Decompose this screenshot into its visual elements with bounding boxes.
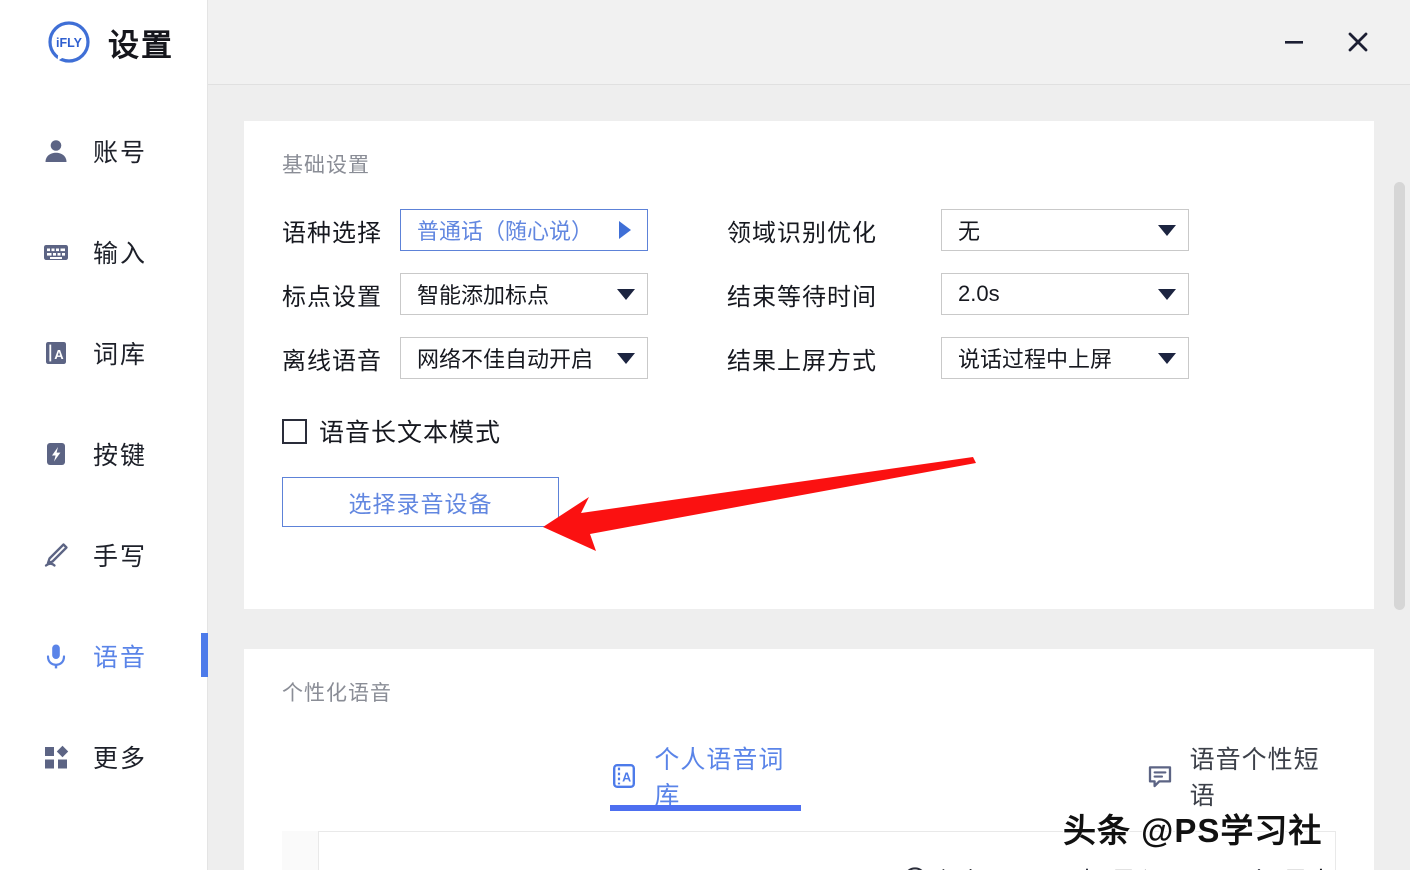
svg-text:iFLY: iFLY bbox=[56, 36, 83, 50]
field-end-wait-time: 结束等待时间 2.0s bbox=[727, 273, 1336, 315]
sidebar-item-label: 更多 bbox=[93, 739, 147, 775]
long-text-mode-checkbox-row[interactable]: 语音长文本模式 bbox=[282, 413, 1336, 449]
field-language: 语种选择 普通话（随心说） bbox=[282, 209, 727, 251]
select-recording-device-label: 选择录音设备 bbox=[349, 485, 493, 519]
offline-voice-select[interactable]: 网络不佳自动开启 bbox=[400, 337, 648, 379]
export-up-icon bbox=[1246, 866, 1272, 870]
settings-window: iFLY 设置 账号 bbox=[0, 0, 1410, 870]
language-select[interactable]: 普通话（随心说） bbox=[400, 209, 648, 251]
tab-voice-phrases[interactable]: 语音个性短语 bbox=[1146, 745, 1336, 807]
grid-more-icon bbox=[41, 742, 71, 772]
tab-active-underline bbox=[610, 805, 800, 811]
keyboard-icon bbox=[41, 237, 71, 267]
basic-settings-title: 基础设置 bbox=[282, 149, 1336, 179]
dictionary-icon: A bbox=[41, 338, 71, 368]
sidebar-item-input[interactable]: 输入 bbox=[0, 201, 207, 302]
personal-voice-panel: 个性化语音 A 个人语音词库 bbox=[244, 649, 1374, 870]
chevron-down-icon bbox=[617, 289, 635, 300]
svg-text:A: A bbox=[622, 770, 631, 784]
sidebar-item-label: 按键 bbox=[93, 436, 147, 472]
import-down-icon bbox=[1074, 866, 1100, 870]
field-label: 离线语音 bbox=[282, 341, 382, 376]
export-button[interactable]: 导出 bbox=[1246, 861, 1334, 870]
long-text-mode-label: 语音长文本模式 bbox=[319, 413, 501, 449]
page-title: 设置 bbox=[108, 20, 174, 65]
field-label: 标点设置 bbox=[282, 277, 382, 312]
add-label: 添加 bbox=[940, 861, 990, 870]
sidebar-item-account[interactable]: 账号 bbox=[0, 100, 207, 201]
select-value: 普通话（随心说） bbox=[417, 214, 593, 246]
sidebar-item-lexicon[interactable]: A 词库 bbox=[0, 302, 207, 403]
tab-label: 个人语音词库 bbox=[654, 740, 800, 812]
domain-optimization-select[interactable]: 无 bbox=[941, 209, 1189, 251]
chevron-down-icon bbox=[1158, 225, 1176, 236]
tab-personal-lexicon[interactable]: A 个人语音词库 bbox=[610, 745, 800, 807]
result-commit-mode-select[interactable]: 说话过程中上屏 bbox=[941, 337, 1189, 379]
export-label: 导出 bbox=[1284, 861, 1334, 870]
field-result-commit-mode: 结果上屏方式 说话过程中上屏 bbox=[727, 337, 1336, 379]
personal-voice-tabs: A 个人语音词库 语音个性短语 bbox=[282, 735, 1336, 807]
microphone-icon bbox=[41, 641, 71, 671]
user-icon bbox=[41, 136, 71, 166]
select-value: 网络不佳自动开启 bbox=[417, 342, 593, 374]
select-value: 2.0s bbox=[958, 281, 1000, 307]
scrollbar-thumb[interactable] bbox=[1394, 182, 1405, 610]
sidebar-item-label: 语音 bbox=[93, 638, 147, 674]
sidebar-item-voice[interactable]: 语音 bbox=[0, 605, 207, 706]
sidebar-item-keys[interactable]: 按键 bbox=[0, 403, 207, 504]
add-button[interactable]: 添加 bbox=[902, 861, 990, 870]
lexicon-toolbar: 添加 导入 bbox=[318, 861, 1336, 870]
brand: iFLY 设置 bbox=[0, 0, 207, 84]
titlebar bbox=[208, 0, 1410, 85]
import-button[interactable]: 导入 bbox=[1074, 861, 1162, 870]
main-region: 基础设置 语种选择 普通话（随心说） 领域识别优化 无 bbox=[208, 0, 1410, 870]
chevron-down-icon bbox=[1158, 289, 1176, 300]
select-value: 说话过程中上屏 bbox=[958, 342, 1112, 374]
long-text-mode-checkbox[interactable] bbox=[282, 419, 307, 444]
lexicon-panel-body: 添加 导入 bbox=[282, 831, 1336, 870]
chevron-down-icon bbox=[1158, 353, 1176, 364]
ifly-logo-icon: iFLY bbox=[46, 19, 92, 65]
field-label: 结束等待时间 bbox=[727, 277, 923, 312]
select-recording-device-button[interactable]: 选择录音设备 bbox=[282, 477, 559, 527]
end-wait-time-select[interactable]: 2.0s bbox=[941, 273, 1189, 315]
field-domain-optimization: 领域识别优化 无 bbox=[727, 209, 1336, 251]
import-label: 导入 bbox=[1112, 861, 1162, 870]
lightning-key-icon bbox=[41, 439, 71, 469]
sidebar-item-handwriting[interactable]: 手写 bbox=[0, 504, 207, 605]
vertical-scrollbar[interactable] bbox=[1394, 182, 1405, 870]
select-value: 智能添加标点 bbox=[417, 278, 549, 310]
basic-settings-panel: 基础设置 语种选择 普通话（随心说） 领域识别优化 无 bbox=[244, 121, 1374, 609]
personal-voice-title: 个性化语音 bbox=[282, 677, 1336, 707]
sidebar-item-label: 账号 bbox=[93, 133, 147, 169]
sidebar-item-more[interactable]: 更多 bbox=[0, 706, 207, 807]
field-label: 语种选择 bbox=[282, 213, 382, 248]
svg-text:A: A bbox=[54, 347, 64, 362]
field-punctuation: 标点设置 智能添加标点 bbox=[282, 273, 727, 315]
select-value: 无 bbox=[958, 214, 980, 246]
tab-label: 语音个性短语 bbox=[1190, 740, 1336, 812]
basic-settings-form: 语种选择 普通话（随心说） 领域识别优化 无 bbox=[282, 209, 1336, 379]
field-label: 结果上屏方式 bbox=[727, 341, 923, 376]
speech-bubble-icon bbox=[1146, 762, 1174, 790]
active-indicator bbox=[201, 633, 208, 677]
chevron-right-icon bbox=[619, 221, 631, 239]
plus-circle-icon bbox=[902, 866, 928, 870]
field-label: 领域识别优化 bbox=[727, 213, 923, 248]
dictionary-icon: A bbox=[610, 762, 638, 790]
sidebar-item-label: 输入 bbox=[93, 234, 147, 270]
chevron-down-icon bbox=[617, 353, 635, 364]
sidebar-nav: 账号 输入 bbox=[0, 100, 207, 807]
pencil-icon bbox=[41, 540, 71, 570]
punctuation-select[interactable]: 智能添加标点 bbox=[400, 273, 648, 315]
field-offline-voice: 离线语音 网络不佳自动开启 bbox=[282, 337, 727, 379]
minimize-button[interactable] bbox=[1271, 19, 1317, 65]
close-button[interactable] bbox=[1335, 19, 1381, 65]
settings-content: 基础设置 语种选择 普通话（随心说） 领域识别优化 无 bbox=[208, 85, 1410, 870]
sidebar-item-label: 手写 bbox=[93, 537, 147, 573]
sidebar-item-label: 词库 bbox=[93, 335, 147, 371]
sidebar: iFLY 设置 账号 bbox=[0, 0, 208, 870]
